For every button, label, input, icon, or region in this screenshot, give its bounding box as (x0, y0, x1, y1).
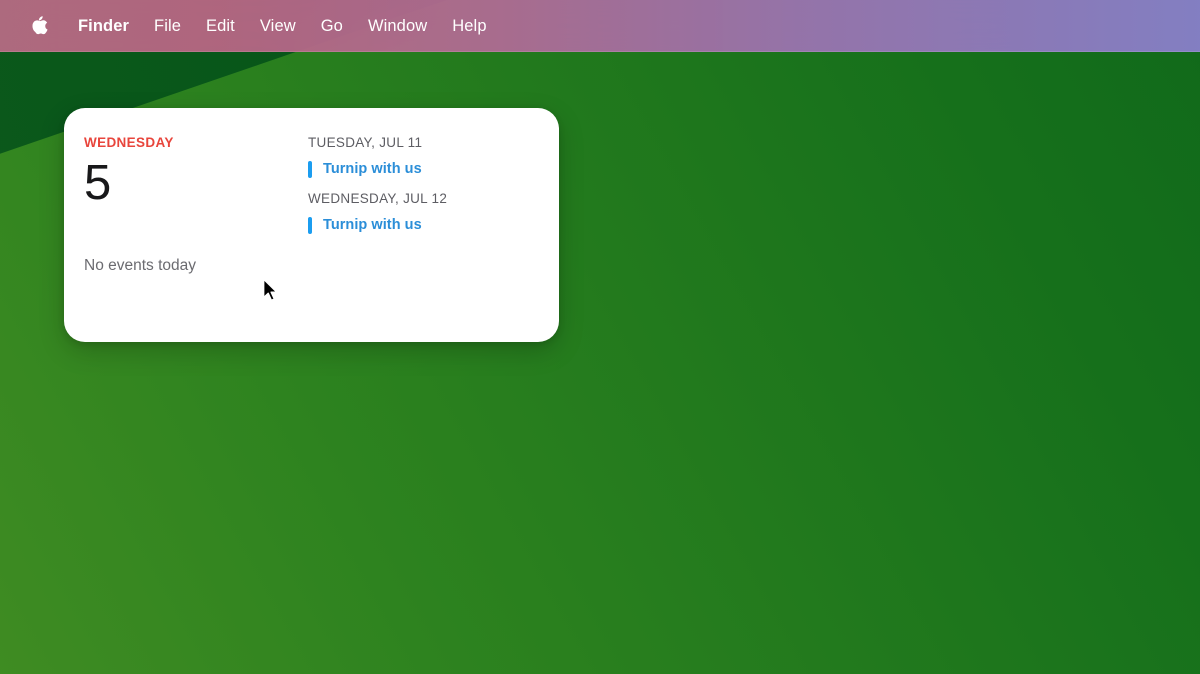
calendar-widget[interactable]: WEDNESDAY 5 No events today TUESDAY, JUL… (64, 108, 559, 342)
event-title: Turnip with us (323, 161, 422, 178)
event-title: Turnip with us (323, 216, 422, 233)
menu-item-help[interactable]: Help (441, 13, 497, 40)
menu-item-file[interactable]: File (143, 13, 192, 40)
menu-item-view[interactable]: View (249, 13, 307, 40)
apple-logo-icon[interactable] (30, 15, 49, 37)
today-weekday-label: WEDNESDAY (84, 135, 174, 150)
event-row[interactable]: Turnip with us (308, 216, 541, 234)
menu-item-go[interactable]: Go (310, 13, 354, 40)
today-day-number: 5 (84, 155, 111, 210)
event-color-bar-icon (308, 216, 312, 234)
today-empty-state: No events today (84, 257, 197, 274)
menu-item-finder[interactable]: Finder (67, 13, 140, 40)
event-date-label: TUESDAY, JUL 11 (308, 135, 423, 150)
desktop-screen: Finder File Edit View Go Window Help WED… (0, 0, 1200, 674)
event-row[interactable]: Turnip with us (308, 161, 541, 179)
event-date-label: WEDNESDAY, JUL 12 (308, 190, 448, 206)
event-group: TUESDAY, JUL 11 Turnip with us (308, 136, 541, 179)
event-color-bar-icon (308, 161, 312, 178)
calendar-today-panel: WEDNESDAY 5 No events today (64, 108, 308, 342)
menu-item-window[interactable]: Window (357, 13, 438, 40)
event-group: WEDNESDAY, JUL 12 Turnip with us (308, 190, 541, 235)
menu-bar: Finder File Edit View Go Window Help (0, 0, 1200, 52)
calendar-upcoming-panel: TUESDAY, JUL 11 Turnip with us WEDNESDAY… (308, 108, 559, 342)
menu-item-edit[interactable]: Edit (195, 13, 246, 40)
